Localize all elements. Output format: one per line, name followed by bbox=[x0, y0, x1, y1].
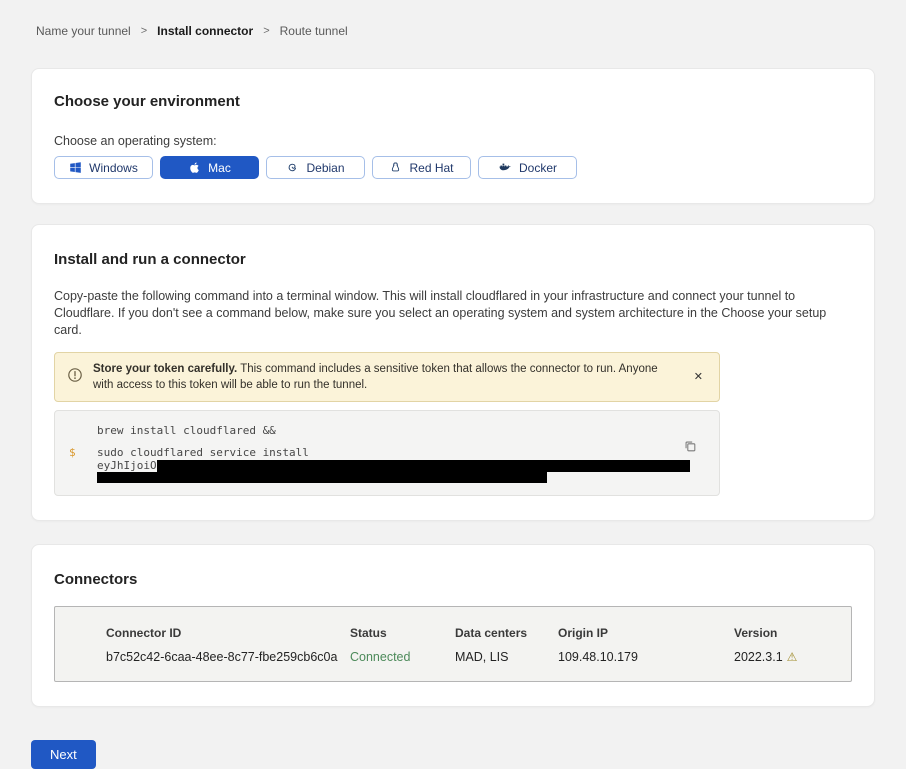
version-value: 2022.3.1 ⚠ bbox=[734, 650, 841, 664]
debian-icon bbox=[286, 161, 299, 174]
data-centers-value: MAD, LIS bbox=[455, 650, 558, 664]
install-command-codeblock: brew install cloudflared && $ sudo cloud… bbox=[54, 410, 720, 496]
breadcrumb-install-connector[interactable]: Install connector bbox=[157, 24, 253, 38]
code-gutter bbox=[69, 424, 97, 437]
column-header-version: Version bbox=[734, 626, 841, 640]
os-select-label: Choose an operating system: bbox=[54, 134, 852, 148]
close-icon: ✕ bbox=[694, 371, 703, 383]
code-line-2-text: sudo cloudflared service install bbox=[97, 446, 309, 459]
docker-icon bbox=[498, 161, 512, 174]
redhat-linux-icon bbox=[389, 161, 402, 174]
status-badge: Connected bbox=[350, 650, 455, 664]
next-button[interactable]: Next bbox=[31, 740, 96, 769]
breadcrumb-separator: > bbox=[141, 25, 147, 37]
os-button-label: Windows bbox=[89, 161, 138, 175]
breadcrumb-separator: > bbox=[263, 25, 269, 37]
origin-ip-value: 109.48.10.179 bbox=[558, 650, 734, 664]
connectors-table-header: Connector ID Status Data centers Origin … bbox=[106, 626, 841, 640]
copy-icon bbox=[683, 441, 697, 456]
os-button-debian[interactable]: Debian bbox=[266, 156, 365, 179]
os-button-label: Mac bbox=[208, 161, 231, 175]
warning-triangle-icon: ⚠ bbox=[787, 650, 798, 664]
redaction-bar bbox=[97, 472, 547, 483]
apple-icon bbox=[188, 161, 201, 174]
install-card: Install and run a connector Copy-paste t… bbox=[31, 224, 875, 521]
connectors-card-title: Connectors bbox=[54, 571, 852, 588]
version-number: 2022.3.1 bbox=[734, 650, 783, 664]
breadcrumb-route-tunnel[interactable]: Route tunnel bbox=[280, 24, 348, 38]
windows-icon bbox=[69, 161, 82, 174]
os-button-redhat[interactable]: Red Hat bbox=[372, 156, 471, 179]
column-header-status: Status bbox=[350, 626, 455, 640]
token-prefix: eyJhIjoiO bbox=[97, 460, 157, 472]
redaction-bar bbox=[157, 460, 690, 472]
os-button-mac[interactable]: Mac bbox=[160, 156, 259, 179]
token-warning-banner: Store your token carefully. This command… bbox=[54, 352, 720, 402]
breadcrumb-name-your-tunnel[interactable]: Name your tunnel bbox=[36, 24, 131, 38]
shell-prompt: $ bbox=[69, 446, 97, 459]
alert-circle-icon bbox=[67, 367, 83, 388]
install-card-title: Install and run a connector bbox=[54, 251, 852, 268]
os-button-docker[interactable]: Docker bbox=[478, 156, 577, 179]
code-line-2: $ sudo cloudflared service install bbox=[69, 446, 705, 459]
install-description: Copy-paste the following command into a … bbox=[54, 288, 852, 339]
environment-card-title: Choose your environment bbox=[54, 93, 852, 110]
connectors-card: Connectors Connector ID Status Data cent… bbox=[31, 544, 875, 707]
os-button-label: Red Hat bbox=[409, 161, 453, 175]
token-warning-bold: Store your token carefully. bbox=[93, 363, 237, 375]
code-line-1: brew install cloudflared && bbox=[69, 424, 705, 437]
environment-card: Choose your environment Choose an operat… bbox=[31, 68, 875, 204]
token-line: eyJhIjoiO bbox=[69, 460, 705, 472]
table-row: b7c52c42-6caa-48ee-8c77-fbe259cb6c0a Con… bbox=[106, 650, 841, 664]
copy-command-button[interactable] bbox=[681, 437, 699, 458]
os-button-label: Debian bbox=[306, 161, 344, 175]
os-button-label: Docker bbox=[519, 161, 557, 175]
banner-close-button[interactable]: ✕ bbox=[690, 370, 707, 385]
column-header-origin-ip: Origin IP bbox=[558, 626, 734, 640]
connector-id-value: b7c52c42-6caa-48ee-8c77-fbe259cb6c0a bbox=[106, 650, 350, 664]
connectors-table: Connector ID Status Data centers Origin … bbox=[54, 606, 852, 682]
column-header-connector-id: Connector ID bbox=[106, 626, 350, 640]
column-header-data-centers: Data centers bbox=[455, 626, 558, 640]
token-warning-text: Store your token carefully. This command… bbox=[93, 361, 665, 393]
os-button-group: Windows Mac Debian Red Hat bbox=[54, 156, 852, 179]
breadcrumb: Name your tunnel > Install connector > R… bbox=[0, 0, 906, 38]
os-button-windows[interactable]: Windows bbox=[54, 156, 153, 179]
code-line-1-text: brew install cloudflared && bbox=[97, 424, 276, 437]
